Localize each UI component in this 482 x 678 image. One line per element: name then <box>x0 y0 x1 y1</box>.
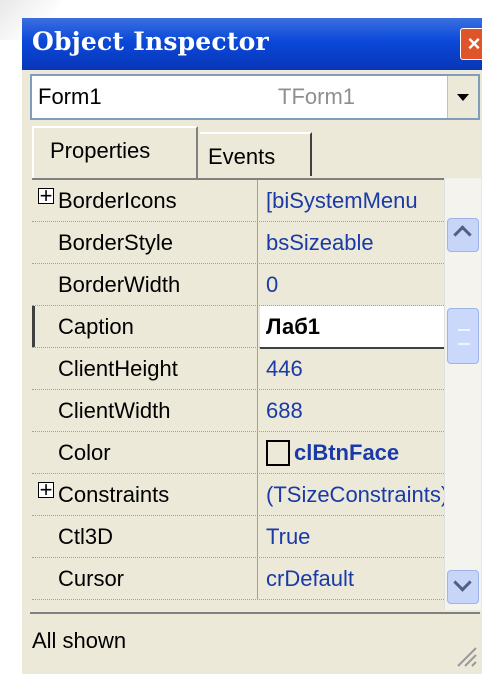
property-row-constraints[interactable]: + Constraints (TSizeConstraints) <box>32 474 444 516</box>
property-name: Constraints <box>58 482 170 507</box>
property-name: Cursor <box>58 566 125 591</box>
property-grid: + BorderIcons [biSystemMenu BorderStyle b… <box>32 178 444 610</box>
property-value-editor[interactable]: Лаб1 <box>266 314 320 340</box>
property-row-color[interactable]: Color clBtnFace <box>32 432 444 474</box>
property-name: ClientHeight <box>58 356 178 381</box>
property-value[interactable]: True <box>266 524 310 550</box>
scroll-down-icon[interactable] <box>447 570 479 604</box>
object-selector[interactable]: Form1 TForm1 <box>30 74 480 120</box>
property-value[interactable]: clBtnFace <box>294 440 399 466</box>
property-name: BorderIcons <box>58 188 177 213</box>
property-row-bordericons[interactable]: + BorderIcons [biSystemMenu <box>32 180 444 222</box>
property-name: Color <box>58 440 111 465</box>
property-value[interactable]: 446 <box>266 356 303 382</box>
window-title: Object Inspector <box>32 27 269 56</box>
object-name: Form1 <box>38 84 102 109</box>
property-row-borderwidth[interactable]: BorderWidth 0 <box>32 264 444 306</box>
status-bar: All shown <box>30 612 480 670</box>
property-name: BorderStyle <box>58 230 173 255</box>
vertical-scrollbar[interactable] <box>444 178 481 610</box>
expand-plus-icon[interactable]: + <box>38 479 54 501</box>
property-row-clientwidth[interactable]: ClientWidth 688 <box>32 390 444 432</box>
property-name: Caption <box>58 314 134 339</box>
property-value[interactable]: bsSizeable <box>266 230 374 256</box>
property-value[interactable]: [biSystemMenu <box>266 188 418 214</box>
object-type: TForm1 <box>278 84 355 109</box>
resize-grip-icon[interactable] <box>452 642 478 668</box>
property-name: ClientWidth <box>58 398 171 423</box>
close-button[interactable]: × <box>460 28 482 60</box>
color-swatch <box>266 440 290 466</box>
tab-bar: Properties Events <box>30 126 480 178</box>
property-value[interactable]: (TSizeConstraints) <box>266 482 444 508</box>
tab-events[interactable]: Events <box>200 132 312 176</box>
property-row-clientheight[interactable]: ClientHeight 446 <box>32 348 444 390</box>
property-row-cursor[interactable]: Cursor crDefault <box>32 558 444 600</box>
property-row-caption[interactable]: Caption Лаб1 <box>32 306 444 349</box>
property-row-ctl3d[interactable]: Ctl3D True <box>32 516 444 558</box>
close-icon: × <box>467 31 481 56</box>
scroll-thumb[interactable] <box>447 308 479 364</box>
property-value[interactable]: 0 <box>266 272 278 298</box>
expand-plus-icon[interactable]: + <box>38 185 54 207</box>
status-text: All shown <box>32 628 127 653</box>
property-value[interactable]: crDefault <box>266 566 354 592</box>
property-name: Ctl3D <box>58 524 114 549</box>
tab-properties[interactable]: Properties <box>32 126 198 178</box>
property-name: BorderWidth <box>58 272 181 297</box>
property-value[interactable]: 688 <box>266 398 303 424</box>
object-inspector-window: Object Inspector × Form1 TForm1 Properti… <box>22 18 482 674</box>
scroll-up-icon[interactable] <box>447 218 479 252</box>
property-row-borderstyle[interactable]: BorderStyle bsSizeable <box>32 222 444 264</box>
dropdown-arrow-icon[interactable] <box>447 76 478 118</box>
title-bar[interactable]: Object Inspector × <box>22 18 482 70</box>
